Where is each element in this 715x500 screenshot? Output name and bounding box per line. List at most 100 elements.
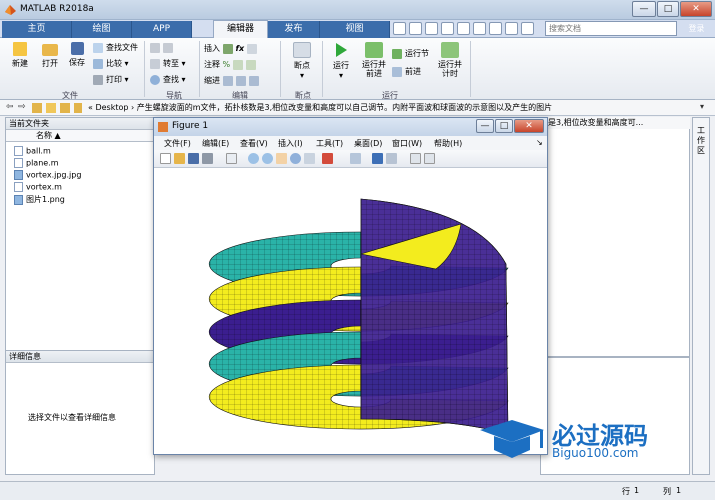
hide-plot-tools-icon[interactable] [410,153,421,164]
menu-view[interactable]: 查看(V) [240,138,268,149]
close-button[interactable]: ✕ [680,1,712,17]
open-button[interactable]: 打开 [36,42,64,69]
run-advance-button[interactable]: 运行并前进 [360,42,388,78]
menu-window[interactable]: 窗口(W) [392,138,422,149]
figure-maximize-button[interactable]: □ [495,119,513,133]
help-icon[interactable] [505,22,518,35]
brush-icon[interactable] [322,153,333,164]
details-hint: 选择文件以查看详细信息 [28,413,116,422]
m-file-icon [14,182,23,192]
new-icon [13,42,27,56]
tab-publish[interactable]: 发布 [268,21,320,38]
current-path[interactable]: « Desktop › 产生螺旋波面的m文件，拓扑核数是3,相位改变量和高度可以… [88,102,688,113]
colorbar-icon[interactable] [372,153,383,164]
breakpoints-button[interactable]: 断点 ▾ [288,42,316,80]
address-bar: ⇦ ⇨ « Desktop › 产生螺旋波面的m文件，拓扑核数是3,相位改变量和… [0,100,715,116]
figure-minimize-button[interactable]: — [476,119,494,133]
save-icon[interactable] [393,22,406,35]
minimize-button[interactable]: — [632,1,656,17]
pointer-icon[interactable] [226,153,237,164]
list-item[interactable]: ball.m [14,146,51,157]
m-file-icon [14,158,23,168]
search-input[interactable]: 搜索文档 [545,21,677,36]
menu-desktop[interactable]: 桌面(D) [354,138,382,149]
show-plot-tools-icon[interactable] [424,153,435,164]
workspace-label: 工作区 [697,126,705,155]
current-folder-header: 当前文件夹 [6,118,154,130]
back-arrow-icon[interactable]: ⇦ [6,102,14,112]
nav-arrow-icon [163,42,173,53]
path-dropdown-icon[interactable]: ▾ [700,102,704,111]
indent-button[interactable]: 缩进 [204,75,262,87]
find-button[interactable]: 查找 ▾ [150,74,186,86]
tab-plots[interactable]: 绘图 [72,21,132,38]
folder-icon[interactable] [74,103,82,113]
new-button[interactable]: 新建 [6,42,34,69]
nav-back-arrows[interactable] [150,42,176,54]
insert-function-icon [246,43,257,54]
list-item[interactable]: vortex.jpg.jpg [14,170,81,181]
link-plot-icon[interactable] [350,153,361,164]
insert-button[interactable]: 插入 fx [204,43,260,55]
folder-icon[interactable] [60,103,70,113]
menu-insert[interactable]: 插入(I) [278,138,303,149]
find-files-button[interactable]: 查找文件 [93,42,138,54]
editor-tab-title[interactable]: 数是3,相位改变量和高度可... [540,117,690,129]
zoom-in-icon[interactable] [248,153,259,164]
printer-icon [93,74,103,85]
zoom-out-icon[interactable] [262,153,273,164]
run-button[interactable]: 运行 ▾ [328,42,354,80]
list-item[interactable]: 图片1.png [14,194,65,205]
legend-icon[interactable] [386,153,397,164]
open-file-icon[interactable] [174,153,185,164]
print-button[interactable]: 打印 ▾ [93,74,129,86]
copy-icon[interactable] [425,22,438,35]
menu-tools[interactable]: 工具(T) [316,138,343,149]
folder-up-icon[interactable] [32,103,42,113]
forward-arrow-icon[interactable]: ⇨ [18,102,26,112]
data-cursor-icon[interactable] [304,153,315,164]
run-time-button[interactable]: 运行并计时 [436,42,464,78]
list-item[interactable]: plane.m [14,158,59,169]
login-button[interactable]: 登录 [680,21,713,36]
menu-help[interactable]: 帮助(H) [434,138,462,149]
menu-edit[interactable]: 编辑(E) [202,138,229,149]
new-figure-icon[interactable] [160,153,171,164]
advance-button[interactable]: 前进 [392,66,421,78]
run-time-icon [441,42,459,58]
figure-title-bar: Figure 1 — □ ✕ [154,118,547,136]
figure-close-button[interactable]: ✕ [514,119,544,133]
run-section-button[interactable]: 运行节 [392,48,429,60]
tab-home[interactable]: 主页 [2,21,72,38]
list-item[interactable]: vortex.m [14,182,62,193]
print-figure-icon[interactable] [202,153,213,164]
dropdown-icon[interactable] [521,22,534,35]
paste-icon[interactable] [441,22,454,35]
maximize-button[interactable]: □ [657,1,679,17]
menu-file[interactable]: 文件(F) [164,138,191,149]
rotate-3d-icon[interactable] [290,153,301,164]
cut-icon[interactable] [409,22,422,35]
run-section-icon [392,48,402,59]
name-column-header[interactable]: 名称 ▲ [6,130,154,142]
pan-icon[interactable] [276,153,287,164]
editor-ribbon: 新建 打开 保存 查找文件 比较 ▾ 打印 ▾ 文件 转至 ▾ 查找 ▾ 导航 … [0,38,715,100]
separator [470,41,471,97]
menu-dock-arrow-icon[interactable]: ↘ [536,138,543,147]
figure-window[interactable]: Figure 1 — □ ✕ 文件(F) 编辑(E) 查看(V) 插入(I) 工… [153,117,548,455]
tab-view[interactable]: 视图 [320,21,390,38]
tab-apps[interactable]: APP [132,21,192,38]
compare-button[interactable]: 比较 ▾ [93,58,129,70]
indent-decrease-icon [248,75,259,86]
tab-editor[interactable]: 编辑器 [213,20,268,38]
switch-windows-icon[interactable] [489,22,502,35]
comment-button[interactable]: 注释 % [204,59,259,71]
browse-folder-icon[interactable] [46,103,56,113]
goto-button[interactable]: 转至 ▾ [150,58,186,70]
save-button[interactable]: 保存 [64,42,90,68]
indent-icon [222,75,233,86]
run-icon [336,43,347,57]
redo-icon[interactable] [473,22,486,35]
save-figure-icon[interactable] [188,153,199,164]
undo-icon[interactable] [457,22,470,35]
